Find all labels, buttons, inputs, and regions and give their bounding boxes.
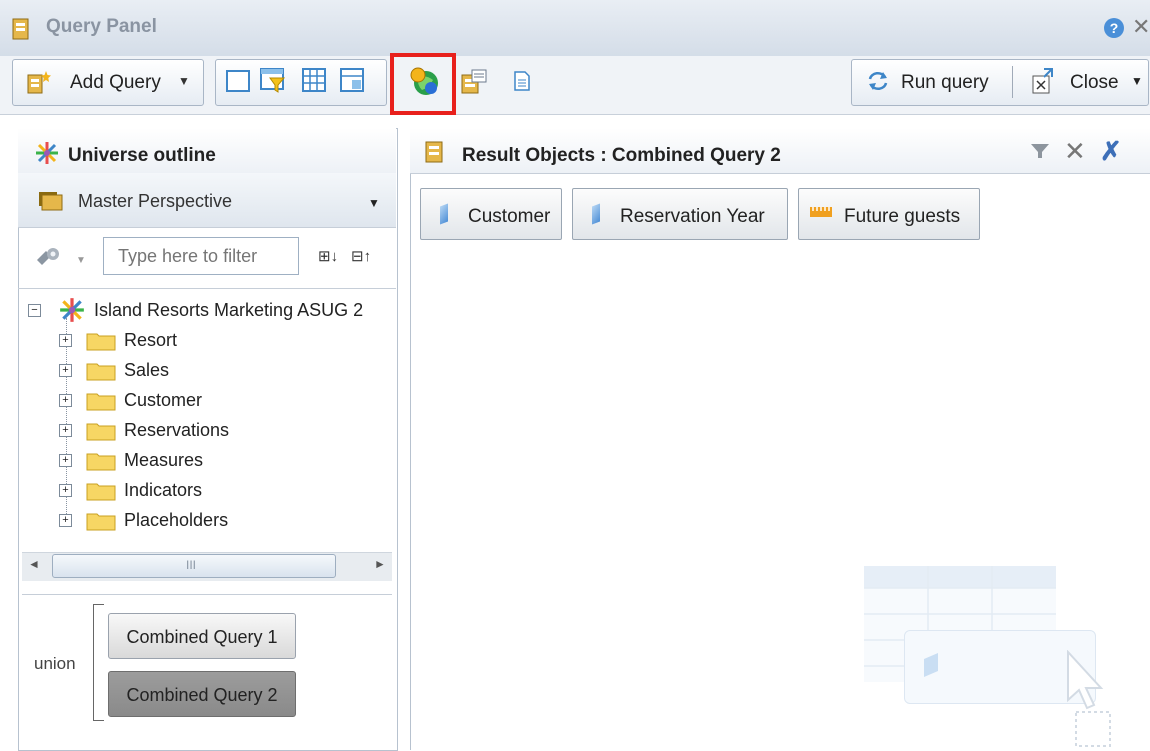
- folder-icon: [86, 333, 116, 351]
- remove-all-icon[interactable]: ✗: [1100, 136, 1122, 167]
- set-operator-label[interactable]: union: [34, 654, 76, 674]
- result-object-label: Reservation Year: [620, 206, 765, 227]
- expand-toggle-icon[interactable]: +: [59, 514, 72, 527]
- add-query-icon: [27, 71, 51, 94]
- close-panel-icon[interactable]: [1032, 68, 1056, 94]
- data-preview-icon[interactable]: [340, 68, 364, 92]
- scrollbar-grip: III: [186, 558, 197, 572]
- tree-item-placeholders[interactable]: Placeholders: [124, 510, 228, 531]
- folder-icon: [86, 423, 116, 441]
- add-query-label: Add Query: [70, 72, 161, 93]
- tree-item-sales[interactable]: Sales: [124, 360, 169, 381]
- close-button[interactable]: Close: [1070, 72, 1119, 94]
- tree-item-measures[interactable]: Measures: [124, 450, 203, 471]
- chevron-down-icon[interactable]: ▼: [368, 196, 380, 210]
- combined-query-1-button[interactable]: Combined Query 1: [108, 613, 296, 659]
- filter-pane-icon[interactable]: [260, 68, 286, 94]
- divider: [18, 288, 396, 289]
- dimension-icon: [440, 203, 448, 225]
- universe-icon: [36, 142, 58, 164]
- collapse-toggle-icon[interactable]: −: [28, 304, 41, 317]
- expand-toggle-icon[interactable]: +: [59, 334, 72, 347]
- query-icon: [425, 141, 443, 163]
- scroll-left-icon[interactable]: ◄: [28, 557, 40, 571]
- object-filter-tool-icon[interactable]: [34, 246, 64, 270]
- chevron-down-icon[interactable]: ▼: [76, 255, 86, 266]
- expand-all-icon[interactable]: ⊞↓: [318, 247, 338, 265]
- help-icon[interactable]: ?: [1104, 18, 1124, 38]
- collapse-all-icon[interactable]: ⊟↑: [351, 247, 371, 265]
- perspective-icon: [39, 192, 63, 211]
- universe-outline-title: Universe outline: [68, 145, 216, 166]
- expand-toggle-icon[interactable]: +: [59, 484, 72, 497]
- query-panel-icon: [12, 18, 29, 40]
- remove-object-icon[interactable]: ✕: [1064, 136, 1086, 167]
- window-title: Query Panel: [46, 16, 157, 37]
- tree-root-label[interactable]: Island Resorts Marketing ASUG 2: [94, 300, 394, 321]
- combined-query-2-button[interactable]: Combined Query 2: [108, 671, 296, 717]
- result-object-label: Future guests: [844, 206, 961, 227]
- dimension-icon: [592, 203, 600, 225]
- highlight-box: [390, 53, 456, 115]
- chevron-down-icon[interactable]: ▼: [178, 74, 190, 88]
- result-object-label: Customer: [468, 206, 551, 227]
- tree-item-indicators[interactable]: Indicators: [124, 480, 202, 501]
- expand-toggle-icon[interactable]: +: [59, 454, 72, 467]
- tree-item-resort[interactable]: Resort: [124, 330, 177, 351]
- filter-icon[interactable]: [1030, 143, 1050, 159]
- folder-icon: [86, 483, 116, 501]
- table-view-icon[interactable]: [302, 68, 326, 92]
- folder-icon: [86, 513, 116, 531]
- close-window-icon[interactable]: ✕: [1132, 14, 1150, 40]
- folder-icon: [86, 363, 116, 381]
- expand-toggle-icon[interactable]: +: [59, 424, 72, 437]
- universe-icon: [60, 298, 84, 322]
- query-properties-icon[interactable]: [460, 69, 488, 95]
- perspective-label: Master Perspective: [78, 191, 233, 211]
- refresh-icon[interactable]: [866, 70, 890, 92]
- tree-item-customer[interactable]: Customer: [124, 390, 202, 411]
- folder-icon: [86, 393, 116, 411]
- folder-icon: [86, 453, 116, 471]
- result-objects-title: Result Objects : Combined Query 2: [462, 145, 781, 166]
- tree-item-reservations[interactable]: Reservations: [124, 420, 229, 441]
- filter-input[interactable]: [103, 237, 299, 275]
- chevron-down-icon[interactable]: ▼: [1131, 74, 1143, 88]
- scroll-right-icon[interactable]: ►: [374, 557, 386, 571]
- view-script-icon[interactable]: [514, 71, 530, 91]
- outline-view-icon[interactable]: [226, 70, 250, 92]
- title-bar: [0, 0, 1150, 57]
- run-query-button[interactable]: Run query: [901, 72, 989, 94]
- expand-toggle-icon[interactable]: +: [59, 394, 72, 407]
- measure-icon: [810, 207, 832, 217]
- expand-toggle-icon[interactable]: +: [59, 364, 72, 377]
- dimension-icon: [924, 653, 938, 677]
- union-bracket: [93, 604, 104, 721]
- toolbar-separator: [1012, 66, 1013, 98]
- drag-cursor-icon: [1067, 650, 1111, 747]
